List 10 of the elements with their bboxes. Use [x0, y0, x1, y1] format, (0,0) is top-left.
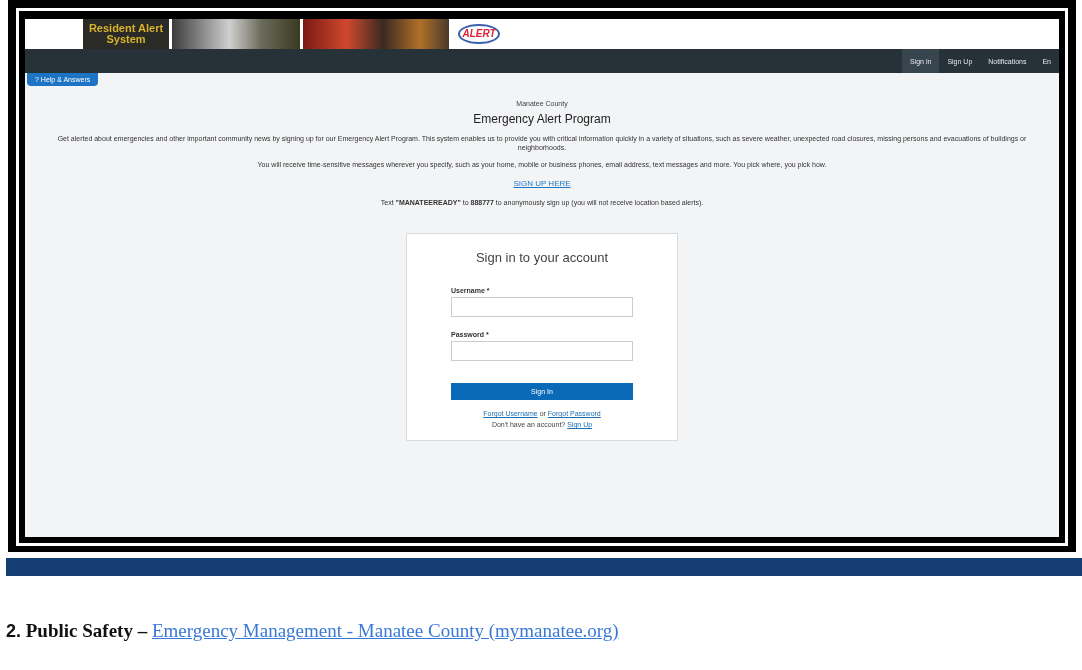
item-number: 2. — [6, 621, 21, 641]
alert-logo: ALERT — [458, 24, 500, 44]
page-heading: Emergency Alert Program — [473, 112, 611, 126]
emergency-management-link[interactable]: Emergency Management - Manatee County (mymanatee.org) — [151, 620, 619, 641]
signin-title: Sign in to your account — [474, 250, 610, 265]
username-field[interactable] — [451, 297, 633, 317]
sign-up-here-link[interactable]: SIGN UP HERE — [513, 179, 571, 188]
item-title: Public Safety – — [25, 620, 148, 641]
password-field[interactable] — [451, 341, 633, 361]
site-logo: Resident Alert System — [83, 19, 169, 49]
